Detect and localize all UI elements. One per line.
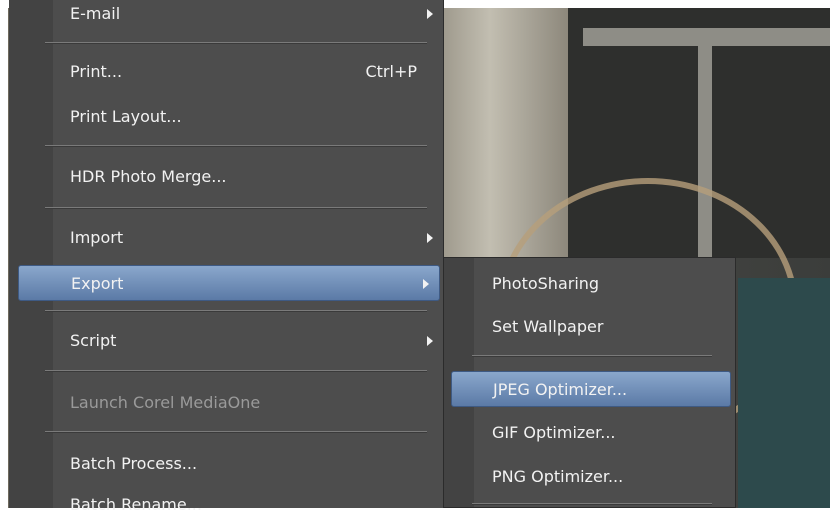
submenu-item-photosharing[interactable]: PhotoSharing	[444, 266, 737, 302]
file-menu: E-mail Print... Ctrl+P Print Layout... H…	[9, 0, 444, 514]
menu-item-launch-corel-mediaone: Launch Corel MediaOne	[9, 385, 443, 421]
menu-separator	[472, 503, 712, 505]
menu-item-label: Script	[70, 331, 117, 350]
menu-item-label: PhotoSharing	[492, 274, 600, 293]
submenu-arrow-icon	[427, 233, 433, 243]
menu-item-label: PNG Optimizer...	[492, 467, 624, 486]
submenu-item-set-wallpaper[interactable]: Set Wallpaper	[444, 309, 737, 345]
menu-item-label: JPEG Optimizer...	[493, 380, 628, 399]
menu-separator	[45, 145, 427, 147]
menu-separator	[45, 310, 427, 312]
submenu-item-png-optimizer[interactable]: PNG Optimizer...	[444, 459, 737, 495]
submenu-item-jpeg-optimizer[interactable]: JPEG Optimizer...	[451, 371, 731, 407]
submenu-arrow-icon	[427, 9, 433, 19]
submenu-arrow-icon	[423, 279, 429, 289]
menu-item-email[interactable]: E-mail	[9, 0, 443, 32]
menu-item-label: GIF Optimizer...	[492, 423, 616, 442]
menu-separator	[45, 370, 427, 372]
photo-fountain	[738, 278, 830, 508]
menu-separator	[45, 431, 427, 433]
menu-item-label: E-mail	[70, 4, 121, 23]
menu-item-batch-process[interactable]: Batch Process...	[9, 446, 443, 482]
menu-item-label: Import	[70, 228, 124, 247]
menu-item-label: Batch Rename...	[70, 495, 202, 514]
menu-item-label: Set Wallpaper	[492, 317, 604, 336]
menu-item-print-layout[interactable]: Print Layout...	[9, 99, 443, 135]
menu-item-label: HDR Photo Merge...	[70, 167, 227, 186]
menu-item-label: Launch Corel MediaOne	[70, 393, 261, 412]
menu-separator	[472, 355, 712, 357]
menu-item-label: Print...	[70, 62, 123, 81]
menu-item-label: Batch Process...	[70, 454, 198, 473]
menu-item-print[interactable]: Print... Ctrl+P	[9, 54, 443, 90]
menu-separator	[45, 42, 427, 44]
menu-item-script[interactable]: Script	[9, 323, 443, 359]
submenu-arrow-icon	[427, 336, 433, 346]
menu-item-shortcut: Ctrl+P	[365, 62, 417, 81]
menu-item-label: Print Layout...	[70, 107, 182, 126]
submenu-item-gif-optimizer[interactable]: GIF Optimizer...	[444, 415, 737, 451]
menu-item-import[interactable]: Import	[9, 220, 443, 256]
menu-item-batch-rename[interactable]: Batch Rename...	[9, 487, 443, 523]
menu-item-hdr-photo-merge[interactable]: HDR Photo Merge...	[9, 159, 443, 195]
menu-item-label: Export	[71, 274, 124, 293]
export-submenu: PhotoSharing Set Wallpaper JPEG Optimize…	[443, 257, 736, 508]
menu-item-export[interactable]: Export	[18, 265, 440, 301]
menu-separator	[45, 207, 427, 209]
